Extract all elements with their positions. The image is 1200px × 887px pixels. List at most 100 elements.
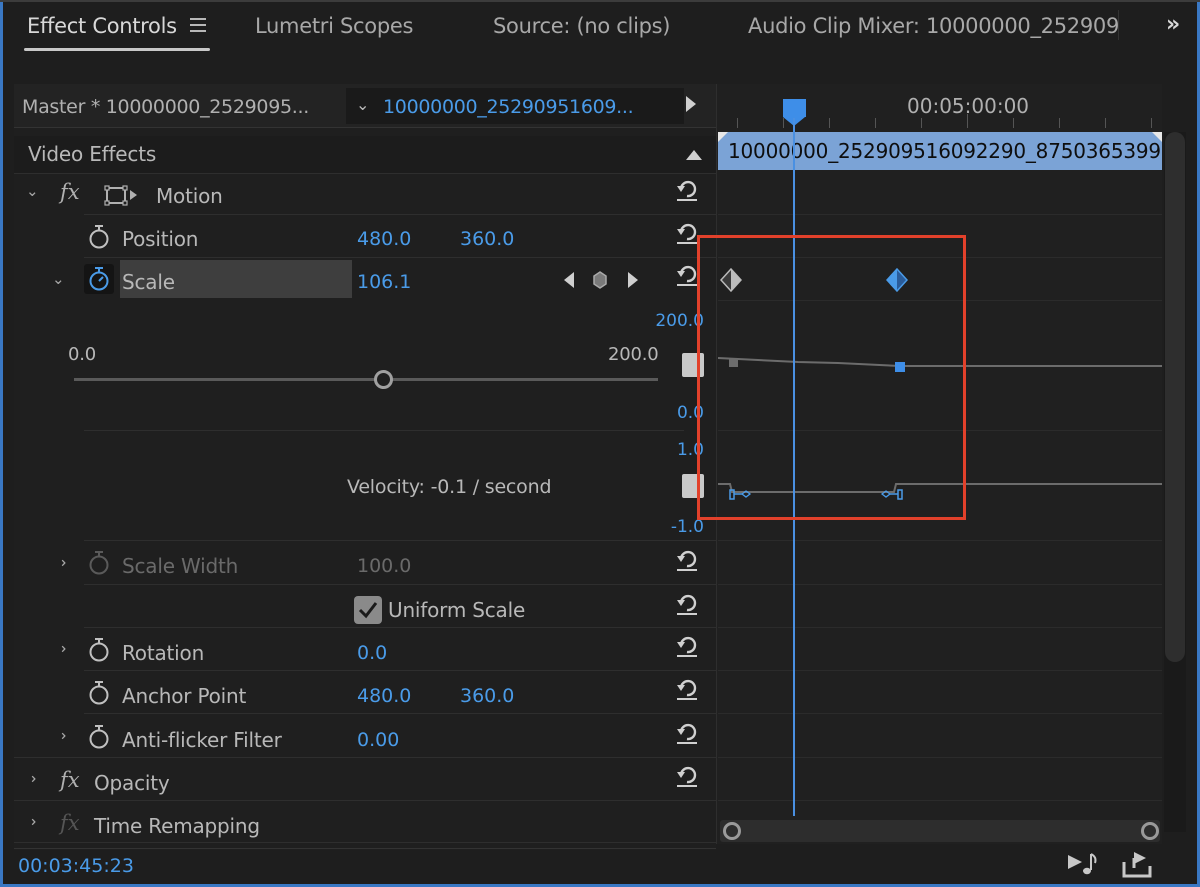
anti-flicker-label: Anti-flicker Filter: [122, 728, 282, 752]
timeline-row-divider: [718, 540, 1162, 541]
row-divider: [14, 757, 716, 758]
tab-lumetri-scopes[interactable]: Lumetri Scopes: [255, 14, 413, 38]
position-label: Position: [122, 227, 199, 251]
uniform-scale-checkbox[interactable]: [354, 596, 382, 624]
opacity-label: Opacity: [94, 771, 170, 795]
scale-width-twisty-icon[interactable]: ⌄: [51, 557, 69, 570]
motion-effect-label: Motion: [156, 184, 223, 208]
tab-source[interactable]: Source: (no clips): [493, 14, 670, 38]
show-timeline-toggle-icon[interactable]: [686, 96, 696, 112]
scale-twisty-icon[interactable]: ⌄: [52, 270, 65, 288]
opacity-twisty-icon[interactable]: ⌄: [21, 773, 39, 786]
rotation-value[interactable]: 0.0: [357, 642, 387, 664]
stopwatch-icon[interactable]: [87, 637, 111, 663]
anchor-point-y-value[interactable]: 360.0: [460, 685, 514, 707]
anchor-point-x-value[interactable]: 480.0: [357, 685, 411, 707]
active-tab-indicator: [24, 48, 210, 51]
checkmark-icon: [358, 602, 378, 619]
ruler-tick: [1151, 118, 1152, 128]
slider-max-label: 200.0: [608, 344, 659, 365]
reset-icon[interactable]: [674, 632, 700, 658]
position-x-value[interactable]: 480.0: [357, 228, 411, 250]
rotation-twisty-icon[interactable]: ⌄: [51, 643, 69, 656]
row-divider: [84, 584, 716, 585]
timeline-clip[interactable]: 10000000_252909516092290_8750365399: [718, 132, 1162, 170]
timeline-zoom-scrollbar[interactable]: [720, 820, 1160, 842]
scale-width-label: Scale Width: [122, 554, 239, 578]
row-divider: [84, 257, 716, 258]
tab-effect-controls[interactable]: Effect Controls: [27, 14, 177, 38]
value-graph-min-label: 0.0: [676, 403, 704, 423]
zoom-scrollbar-left-handle[interactable]: [723, 822, 741, 840]
vertical-scrollbar-thumb[interactable]: [1165, 132, 1185, 662]
tab-audio-clip-mixer[interactable]: Audio Clip Mixer: 10000000_252909: [748, 14, 1118, 38]
stopwatch-icon[interactable]: [87, 224, 111, 250]
collapse-up-icon[interactable]: [686, 150, 702, 160]
add-keyframe-button[interactable]: [592, 270, 608, 290]
ruler-timecode: 00:05:00:00: [907, 94, 1030, 118]
time-remapping-label: Time Remapping: [94, 814, 260, 838]
anti-flicker-value[interactable]: 0.00: [357, 729, 399, 751]
position-y-value[interactable]: 360.0: [460, 228, 514, 250]
time-remapping-twisty-icon[interactable]: ⌄: [21, 816, 39, 829]
timeline-row-divider: [718, 757, 1162, 758]
row-divider: [84, 540, 716, 541]
hamburger-icon[interactable]: [190, 18, 206, 32]
scale-value[interactable]: 106.1: [357, 271, 411, 293]
timeline-row-divider: [718, 214, 1162, 215]
timeline-row-divider: [718, 670, 1162, 671]
tabs-overflow-button[interactable]: »: [1166, 12, 1180, 37]
row-divider: [84, 627, 716, 628]
row-divider: [84, 713, 716, 714]
uniform-scale-label: Uniform Scale: [388, 598, 526, 622]
timeline-row-divider: [718, 627, 1162, 628]
clip-in-corner-icon: [718, 132, 728, 142]
clip-selector-bar: Master * 10000000_2529095... ⌄ 10000000_…: [14, 84, 716, 128]
reset-icon[interactable]: [674, 762, 700, 788]
next-keyframe-button[interactable]: [628, 272, 638, 288]
scale-slider-track[interactable]: [74, 378, 658, 381]
previous-keyframe-button[interactable]: [564, 272, 574, 288]
anchor-point-label: Anchor Point: [122, 684, 247, 708]
ruler-tick: [1059, 118, 1060, 128]
timeline-row-divider: [718, 713, 1162, 714]
timeline-row-divider: [718, 800, 1162, 801]
reset-icon[interactable]: [674, 590, 700, 616]
motion-twisty-icon[interactable]: ⌄: [26, 182, 39, 200]
panel-tabs: Effect Controls Lumetri Scopes Source: (…: [0, 0, 1200, 58]
fx-icon[interactable]: fx: [60, 768, 80, 792]
selected-clip-name[interactable]: 10000000_25290951609...: [383, 96, 634, 118]
stopwatch-icon[interactable]: [87, 680, 111, 706]
play-audio-icon[interactable]: [1066, 850, 1100, 878]
tab-separator: [1118, 10, 1119, 40]
zoom-scrollbar-right-handle[interactable]: [1141, 822, 1159, 840]
ruler-tick: [967, 114, 968, 128]
fx-icon[interactable]: fx: [60, 180, 80, 204]
current-timecode[interactable]: 00:03:45:23: [18, 855, 134, 877]
reset-icon[interactable]: [674, 546, 700, 572]
stopwatch-disabled-icon: [89, 551, 109, 575]
chevron-down-icon[interactable]: ⌄: [356, 95, 369, 114]
ruler-tick: [1013, 118, 1014, 128]
motion-transform-icon[interactable]: [104, 184, 140, 208]
stopwatch-active-icon[interactable]: [87, 266, 111, 292]
stopwatch-icon[interactable]: [87, 724, 111, 750]
export-frame-icon[interactable]: [1120, 850, 1154, 880]
value-graph-max-label: 200.0: [655, 311, 704, 331]
row-divider: [84, 670, 716, 671]
ruler-tick: [921, 118, 922, 128]
reset-icon[interactable]: [674, 675, 700, 701]
anti-flicker-twisty-icon[interactable]: ⌄: [51, 730, 69, 743]
ruler-tick: [829, 118, 830, 128]
scale-slider-handle[interactable]: [374, 370, 394, 389]
playhead-handle[interactable]: [783, 99, 806, 117]
master-clip-label[interactable]: Master * 10000000_2529095...: [22, 96, 309, 118]
reset-icon[interactable]: [674, 176, 700, 202]
row-divider: [84, 214, 716, 215]
ruler-tick: [1105, 118, 1106, 128]
bottom-divider: [14, 848, 716, 849]
velocity-graph-max-label: 1.0: [676, 440, 704, 460]
reset-icon[interactable]: [674, 719, 700, 745]
video-effects-label: Video Effects: [28, 142, 157, 166]
ruler-tick: [737, 118, 738, 128]
